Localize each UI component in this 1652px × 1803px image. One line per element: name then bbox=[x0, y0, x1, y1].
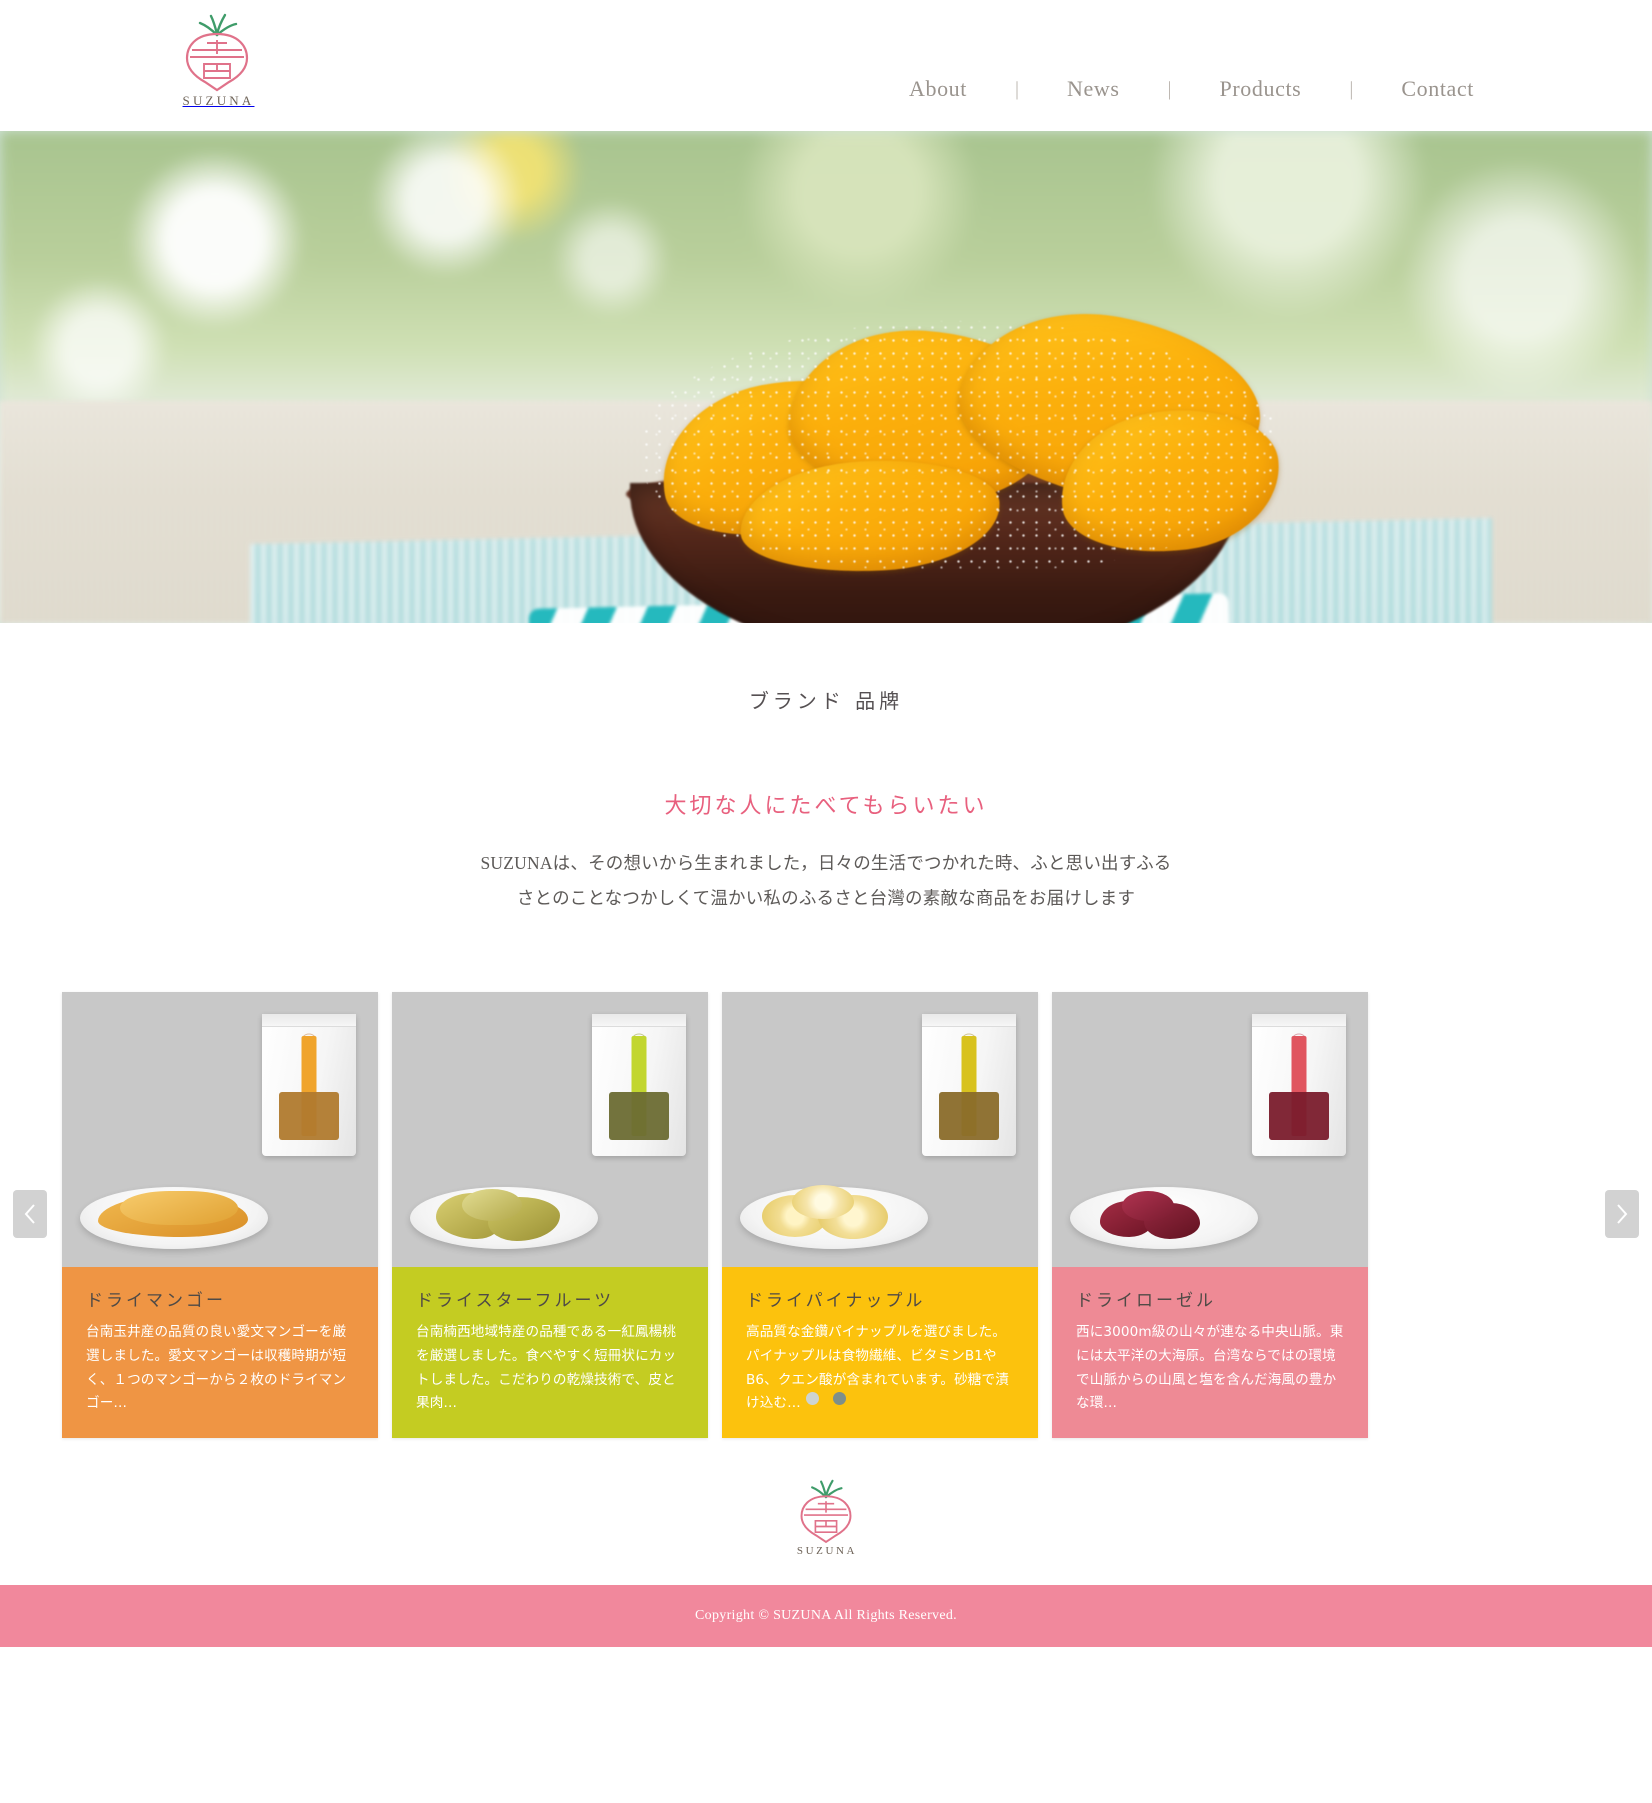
site-header: SUZUNA About | News | Products | Contact bbox=[0, 0, 1652, 131]
product-food-piece bbox=[462, 1189, 522, 1221]
site-logo-link[interactable]: SUZUNA bbox=[172, 12, 262, 109]
carousel-pagination bbox=[0, 1392, 1652, 1405]
product-card-body: ドライマンゴー 台南玉井産の品質の良い愛文マンゴーを厳選しました。愛文マンゴーは… bbox=[62, 1267, 378, 1439]
product-card[interactable]: ドライマンゴー 台南玉井産の品質の良い愛文マンゴーを厳選しました。愛文マンゴーは… bbox=[62, 992, 378, 1439]
brand-description: SUZUNAは、その想いから生まれました，日々の生活でつかれた時、ふと思い出すふ… bbox=[480, 853, 1172, 908]
main-navigation: About | News | Products | Contact bbox=[909, 76, 1474, 102]
carousel-dot-2[interactable] bbox=[833, 1392, 846, 1405]
product-food-piece bbox=[120, 1191, 238, 1225]
turnip-logo-icon bbox=[800, 1479, 852, 1544]
product-pouch bbox=[262, 1014, 356, 1156]
product-card-body: ドライパイナップル 高品質な金鑽パイナップルを選びました。パイナップルは食物繊維… bbox=[722, 1267, 1038, 1439]
pouch-seal bbox=[262, 1014, 356, 1027]
product-card[interactable]: ドライパイナップル 高品質な金鑽パイナップルを選びました。パイナップルは食物繊維… bbox=[722, 992, 1038, 1439]
product-card-body: ドライローゼル 西に3000m級の山々が連なる中央山脈。東には太平洋の大海原。台… bbox=[1052, 1267, 1368, 1439]
nav-item-about[interactable]: About bbox=[909, 76, 967, 102]
nav-item-products[interactable]: Products bbox=[1220, 76, 1302, 102]
nav-item-contact[interactable]: Contact bbox=[1401, 76, 1474, 102]
product-image bbox=[1052, 992, 1368, 1267]
product-image bbox=[722, 992, 1038, 1267]
chevron-left-icon bbox=[24, 1204, 35, 1224]
carousel-dot-1[interactable] bbox=[806, 1392, 819, 1405]
product-image bbox=[62, 992, 378, 1267]
footer-copyright-bar: Copyright © SUZUNA All Rights Reserved. bbox=[0, 1585, 1652, 1647]
pouch-window bbox=[1269, 1092, 1329, 1140]
product-title: ドライマンゴー bbox=[86, 1291, 226, 1311]
footer-logo-wordmark: SUZUNA bbox=[796, 1545, 858, 1557]
product-title: ドライローゼル bbox=[1076, 1291, 1216, 1311]
product-pouch bbox=[922, 1014, 1016, 1156]
footer-logo-block: SUZUNA bbox=[0, 1478, 1652, 1585]
product-food-piece bbox=[1122, 1191, 1174, 1221]
carousel-next-button[interactable] bbox=[1605, 1190, 1639, 1238]
logo-wordmark: SUZUNA bbox=[182, 93, 255, 108]
turnip-logo-icon bbox=[185, 13, 249, 92]
pouch-seal bbox=[922, 1014, 1016, 1027]
chevron-right-icon bbox=[1617, 1204, 1628, 1224]
product-card-body: ドライスターフルーツ 台南楠西地域特産の品種である一紅鳳楊桃を厳選しました。食べ… bbox=[392, 1267, 708, 1439]
footer-logo-link[interactable]: SUZUNA bbox=[795, 1478, 857, 1557]
nav-item-news[interactable]: News bbox=[1067, 76, 1120, 102]
nav-separator: | bbox=[1349, 77, 1354, 100]
pouch-seal bbox=[1252, 1014, 1346, 1027]
carousel-track: ドライマンゴー 台南玉井産の品質の良い愛文マンゴーを厳選しました。愛文マンゴーは… bbox=[62, 992, 1590, 1439]
product-pouch bbox=[1252, 1014, 1346, 1156]
brand-tagline: 大切な人にたべてもらいたい bbox=[664, 794, 988, 819]
pouch-window bbox=[279, 1092, 339, 1140]
pouch-window bbox=[939, 1092, 999, 1140]
carousel-prev-button[interactable] bbox=[13, 1190, 47, 1238]
product-title: ドライパイナップル bbox=[746, 1291, 926, 1311]
nav-separator: | bbox=[1014, 77, 1019, 100]
product-pouch bbox=[592, 1014, 686, 1156]
brand-section: ブランド 品牌 大切な人にたべてもらいたい SUZUNAは、その想いから生まれま… bbox=[0, 623, 1652, 916]
pouch-seal bbox=[592, 1014, 686, 1027]
product-card[interactable]: ドライローゼル 西に3000m級の山々が連なる中央山脈。東には太平洋の大海原。台… bbox=[1052, 992, 1368, 1439]
product-image bbox=[392, 992, 708, 1267]
hero-banner-image bbox=[0, 131, 1652, 623]
nav-separator: | bbox=[1167, 77, 1172, 100]
pouch-window bbox=[609, 1092, 669, 1140]
product-title: ドライスターフルーツ bbox=[416, 1291, 615, 1311]
product-food-piece bbox=[792, 1185, 854, 1219]
product-carousel: ドライマンゴー 台南玉井産の品質の良い愛文マンゴーを厳選しました。愛文マンゴーは… bbox=[0, 992, 1652, 1439]
brand-section-kicker: ブランド 品牌 bbox=[748, 689, 904, 713]
copyright-text: Copyright © SUZUNA All Rights Reserved. bbox=[695, 1608, 957, 1623]
product-card[interactable]: ドライスターフルーツ 台南楠西地域特産の品種である一紅鳳楊桃を厳選しました。食べ… bbox=[392, 992, 708, 1439]
